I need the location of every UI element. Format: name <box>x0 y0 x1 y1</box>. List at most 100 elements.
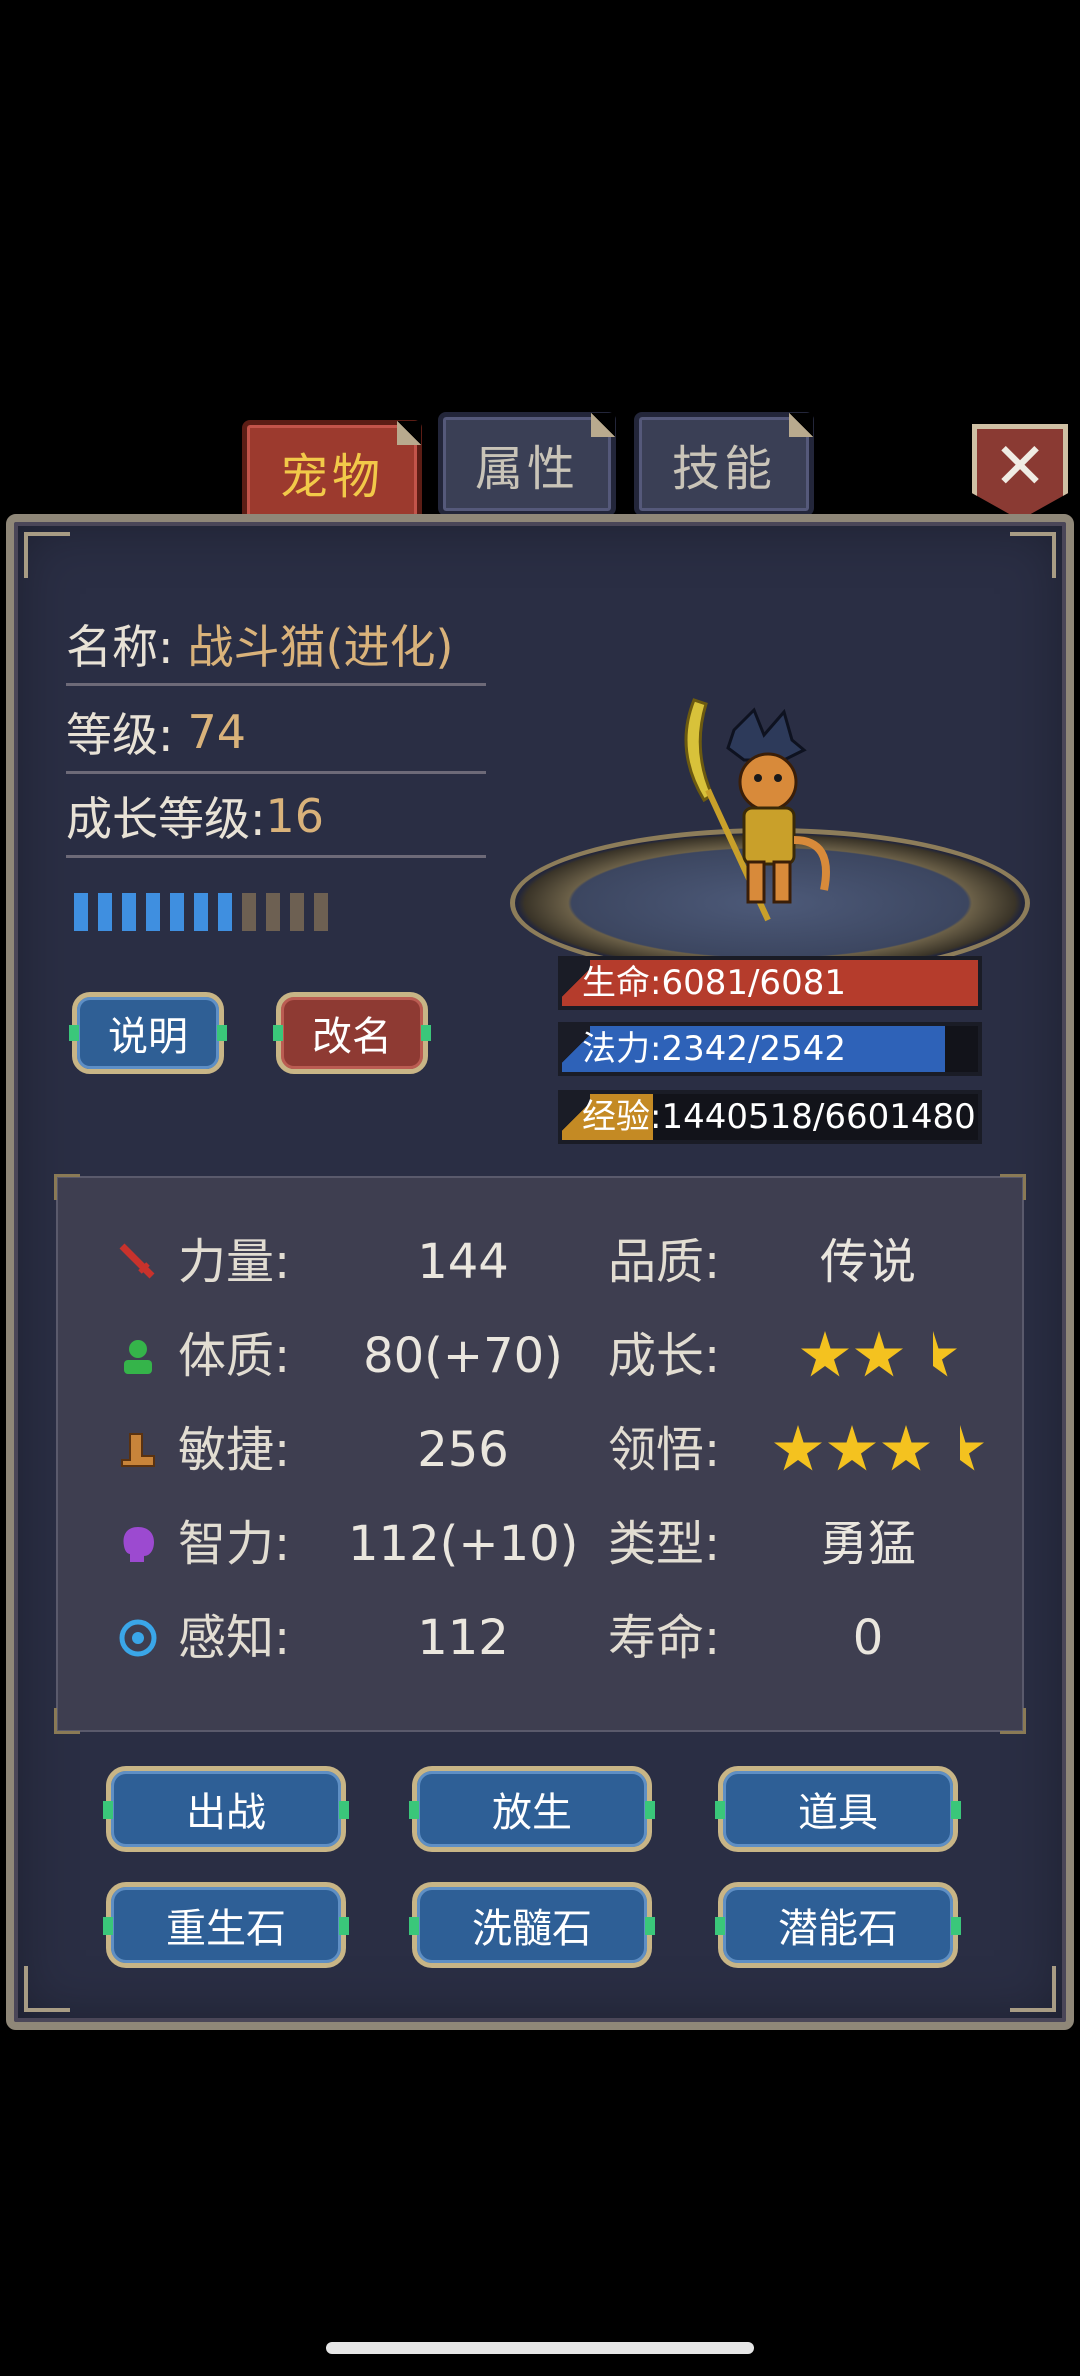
xp-bar-text: 经验:1440518/6601480 <box>582 1097 976 1137</box>
pet-level-row: 等级: 74 <box>66 692 486 774</box>
half-star-icon <box>960 1425 984 1471</box>
pet-level-label: 等级: <box>66 707 174 762</box>
potential-stone-button[interactable]: 潜能石 <box>715 1882 961 1968</box>
attr-row-intelligence: 智力: 112(+10) 类型: 勇猛 <box>58 1504 1026 1584</box>
tab-pet[interactable]: 宠物 <box>242 420 422 524</box>
pet-sprite <box>684 698 830 922</box>
attr-value: 256 <box>417 1422 509 1478</box>
release-button[interactable]: 放生 <box>409 1766 655 1852</box>
growth-segment <box>242 893 256 931</box>
box-corner <box>1000 1174 1026 1200</box>
tab-attributes[interactable]: 属性 <box>438 412 616 516</box>
rename-button[interactable]: 改名 <box>273 992 431 1074</box>
pet-growth-label: 成长等级: <box>66 791 266 846</box>
xp-bar: 经验:1440518/6601480 <box>558 1090 982 1144</box>
marrow-stone-button-label: 洗髓石 <box>472 1906 592 1952</box>
half-star-icon <box>933 1331 957 1377</box>
attr-row-agility: 敏捷: 256 领悟: <box>58 1410 1026 1490</box>
pet-growth-row: 成长等级: 16 <box>66 776 486 858</box>
rebirth-stone-button[interactable]: 重生石 <box>103 1882 349 1968</box>
pet-name-row: 名称: 战斗猫(进化) <box>66 604 486 686</box>
person-icon <box>124 1340 152 1374</box>
star-icon <box>801 1331 849 1377</box>
attr-label: 敏捷: <box>178 1422 291 1478</box>
mp-bar: 法力:2342/2542 <box>558 1022 982 1076</box>
brain-icon <box>123 1527 154 1562</box>
pet-name-label: 名称: <box>66 619 174 674</box>
attr-row-perception: 感知: 112 寿命: 0 <box>58 1598 1026 1678</box>
attr-right-label: 类型: <box>608 1516 721 1572</box>
growth-segment <box>74 893 88 931</box>
attr-label: 智力: <box>178 1516 291 1572</box>
tab-fold-decor <box>397 421 421 445</box>
corner-ornament <box>1010 532 1056 578</box>
growth-segment <box>314 893 328 931</box>
attr-label: 体质: <box>178 1328 291 1384</box>
rebirth-stone-button-label: 重生石 <box>166 1906 286 1952</box>
attr-row-constitution: 体质: 80(+70) 成长: <box>58 1316 1026 1396</box>
potential-stone-button-label: 潜能石 <box>778 1906 898 1952</box>
tab-skills-label: 技能 <box>671 441 776 497</box>
attr-value: 112(+10) <box>348 1516 579 1572</box>
hp-bar: 生命:6081/6081 <box>558 956 982 1010</box>
box-corner <box>1000 1708 1026 1734</box>
tab-skills[interactable]: 技能 <box>634 412 814 516</box>
star-icon <box>828 1425 876 1471</box>
release-button-label: 放生 <box>492 1790 572 1836</box>
rename-button-label: 改名 <box>312 1014 392 1060</box>
deploy-button-label: 出战 <box>186 1790 266 1836</box>
pet-level-value: 74 <box>187 704 247 759</box>
items-button-label: 道具 <box>798 1790 878 1836</box>
attributes-box: 力量: 144 品质: 传说 体质: 80(+70) 成长: 敏捷: 256 领… <box>54 1174 1026 1734</box>
attr-right-label: 成长: <box>608 1328 721 1384</box>
home-indicator[interactable] <box>326 2342 754 2354</box>
growth-progress-bar <box>74 893 328 931</box>
boot-icon <box>121 1433 155 1467</box>
growth-segment <box>290 893 304 931</box>
tab-attributes-label: 属性 <box>474 441 579 497</box>
growth-segment <box>98 893 112 931</box>
growth-segment <box>170 893 184 931</box>
box-corner <box>54 1708 80 1734</box>
describe-button-label: 说明 <box>108 1014 188 1060</box>
growth-segment <box>122 893 136 931</box>
corner-ornament <box>24 1966 70 2012</box>
growth-segment <box>146 893 160 931</box>
attr-right-value: 勇猛 <box>819 1516 916 1572</box>
attr-right-value: 传说 <box>819 1234 916 1290</box>
growth-segment <box>266 893 280 931</box>
sword-icon <box>119 1243 155 1279</box>
attr-value: 80(+70) <box>363 1328 563 1384</box>
target-icon <box>119 1619 157 1657</box>
marrow-stone-button[interactable]: 洗髓石 <box>409 1882 655 1968</box>
attr-right-value: 0 <box>852 1610 884 1666</box>
attr-value: 112 <box>417 1610 509 1666</box>
attr-right-label: 领悟: <box>608 1422 721 1478</box>
attr-value: 144 <box>417 1234 509 1290</box>
attr-right-label: 品质: <box>608 1234 721 1290</box>
close-button[interactable]: ✕ <box>972 424 1068 520</box>
attr-row-strength: 力量: 144 品质: 传说 <box>58 1222 1026 1302</box>
box-corner <box>54 1174 80 1200</box>
pet-name-value: 战斗猫(进化) <box>187 619 454 674</box>
star-icon <box>774 1425 822 1471</box>
items-button[interactable]: 道具 <box>715 1766 961 1852</box>
hp-bar-text: 生命:6081/6081 <box>582 963 846 1003</box>
tab-pet-label: 宠物 <box>279 449 384 505</box>
attr-label: 力量: <box>178 1234 291 1290</box>
attr-label: 感知: <box>178 1610 291 1666</box>
describe-button[interactable]: 说明 <box>69 992 227 1074</box>
attr-right-label: 寿命: <box>608 1610 721 1666</box>
corner-ornament <box>1010 1966 1056 2012</box>
corner-ornament <box>24 532 70 578</box>
pet-growth-value: 16 <box>265 788 325 843</box>
deploy-button[interactable]: 出战 <box>103 1766 349 1852</box>
tab-fold-decor <box>591 413 615 437</box>
close-icon: ✕ <box>993 430 1047 504</box>
growth-star-rating <box>758 1316 978 1396</box>
star-icon <box>882 1425 930 1471</box>
growth-segment <box>194 893 208 931</box>
insight-star-rating <box>758 1410 984 1490</box>
tab-fold-decor <box>789 413 813 437</box>
star-icon <box>855 1331 903 1377</box>
